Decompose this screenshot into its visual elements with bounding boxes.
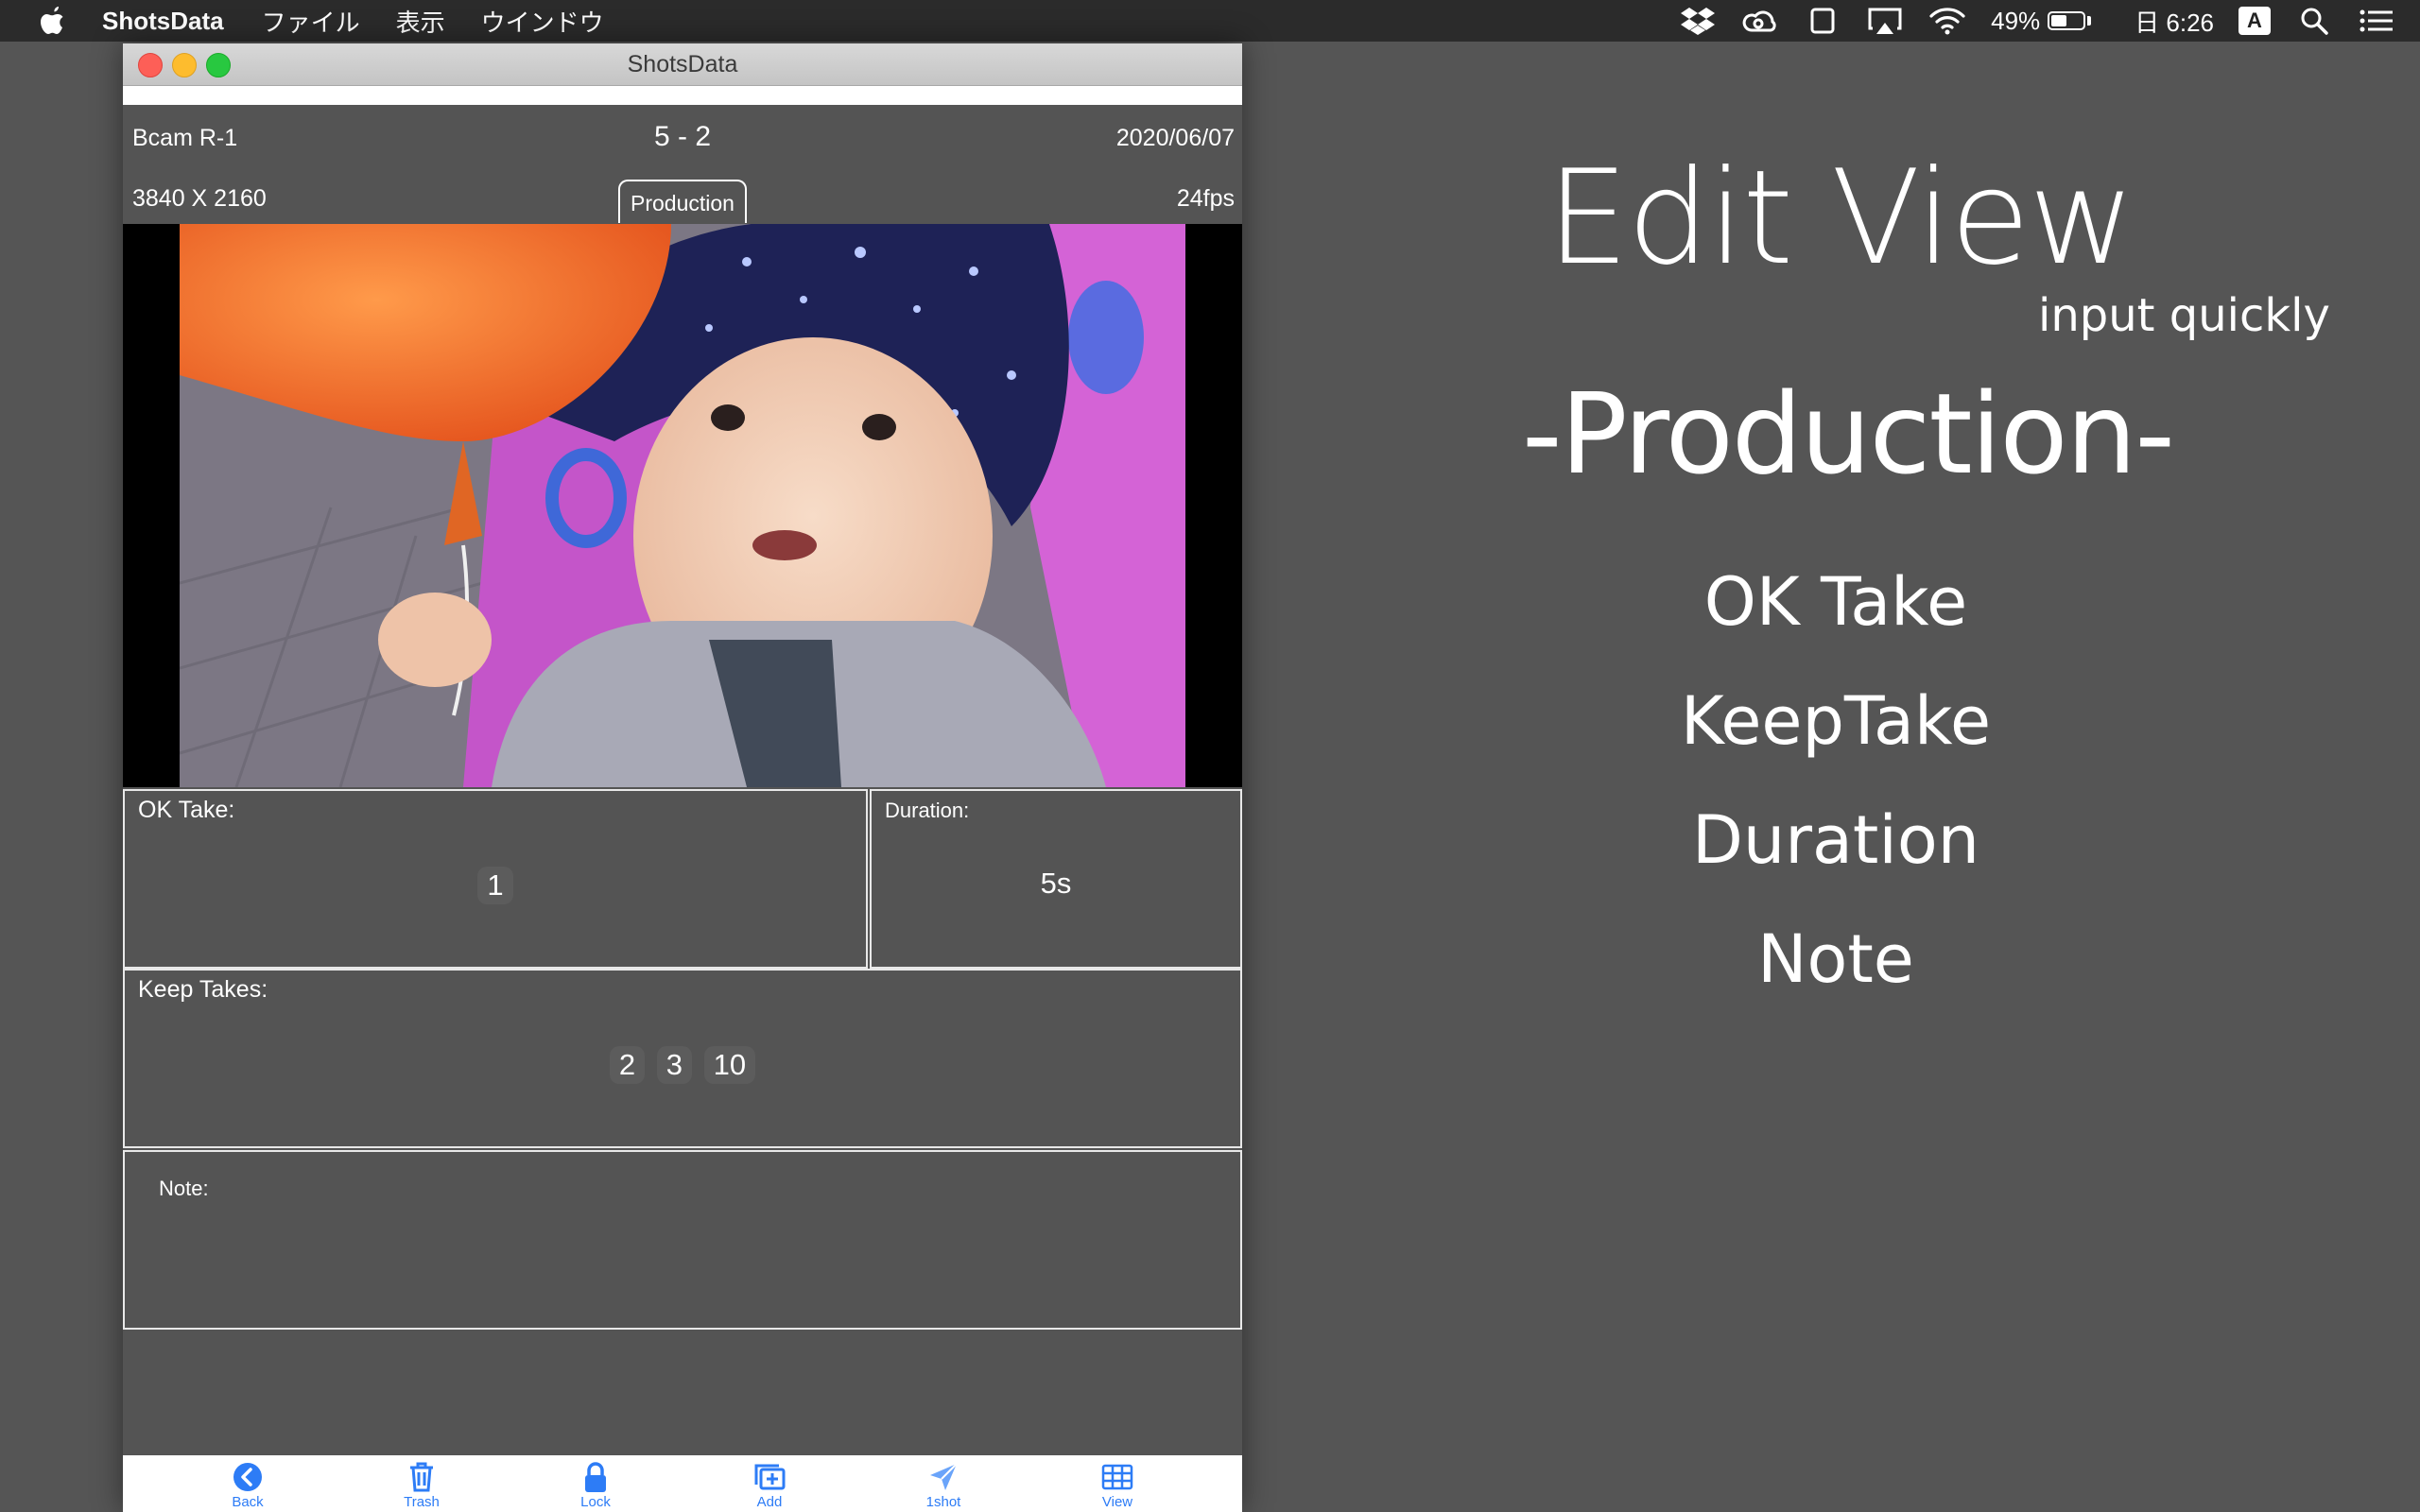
- keep-take-chip[interactable]: 10: [703, 1046, 756, 1084]
- keep-takes-label: Keep Takes:: [138, 976, 268, 1003]
- promo-feature: Duration: [1691, 801, 1980, 879]
- clock[interactable]: 日 6:26: [2135, 4, 2214, 39]
- toolbar-lock-label: Lock: [580, 1494, 611, 1510]
- battery-indicator[interactable]: 49%: [1991, 6, 2092, 36]
- toolbar-1shot-label: 1shot: [925, 1494, 961, 1510]
- frame-rate: 24fps: [1176, 185, 1235, 212]
- toolbar-view-button[interactable]: View: [1080, 1460, 1155, 1512]
- promo-tagline: input quickly: [2038, 289, 2330, 342]
- airplay-icon[interactable]: [1866, 5, 1904, 37]
- promo-feature: OK Take: [1703, 563, 1968, 641]
- toolbar-view-label: View: [1101, 1494, 1133, 1510]
- shot-thumbnail[interactable]: [180, 224, 1185, 787]
- app-menu[interactable]: ShotsData: [102, 7, 224, 36]
- menu-bar: ShotsData ファイル 表示 ウインドウ 49% 日 6:26 A: [0, 0, 2420, 42]
- ok-take-field[interactable]: OK Take: 1: [123, 789, 868, 969]
- promo-feature: KeepTake: [1680, 682, 1992, 760]
- notification-center-icon[interactable]: [2358, 5, 2395, 37]
- spotlight-search-icon[interactable]: [2295, 5, 2333, 37]
- send-icon: [930, 1463, 958, 1490]
- toolbar-trash-button[interactable]: Trash: [384, 1460, 459, 1512]
- window-close-button[interactable]: [138, 53, 163, 77]
- menu-window[interactable]: ウインドウ: [481, 4, 604, 39]
- note-label: Note:: [159, 1177, 209, 1200]
- toolbar-add-label: Add: [756, 1494, 783, 1510]
- input-method-indicator[interactable]: A: [2238, 7, 2271, 35]
- creative-cloud-icon[interactable]: [1741, 5, 1779, 37]
- duration-label: Duration:: [885, 799, 970, 822]
- thumbnail-illustration: [180, 224, 1185, 787]
- menu-view[interactable]: 表示: [396, 4, 445, 39]
- dropbox-icon[interactable]: [1679, 5, 1717, 37]
- note-field[interactable]: Note:: [123, 1150, 1242, 1330]
- add-icon: [754, 1464, 786, 1490]
- keep-take-chip[interactable]: 2: [609, 1046, 646, 1084]
- screen-icon[interactable]: [1804, 5, 1841, 37]
- grid-icon: [1101, 1464, 1133, 1490]
- window-zoom-button[interactable]: [206, 53, 231, 77]
- promo-mode-title: -Production-: [1522, 369, 2175, 499]
- toolbar-back-button[interactable]: Back: [210, 1460, 285, 1512]
- promo-headline: Edit View: [1547, 142, 2135, 294]
- window-minimize-button[interactable]: [172, 53, 197, 77]
- battery-percent: 49%: [1991, 6, 2041, 35]
- window-titlebar[interactable]: ShotsData: [123, 43, 1242, 86]
- keep-take-chip[interactable]: 3: [656, 1046, 692, 1084]
- lock-icon: [585, 1462, 606, 1492]
- menu-file[interactable]: ファイル: [262, 4, 360, 39]
- wifi-icon[interactable]: [1928, 5, 1966, 37]
- promo-feature: Note: [1757, 920, 1914, 998]
- duration-value[interactable]: 5s: [1041, 867, 1072, 900]
- shot-thumbnail-frame: [123, 224, 1242, 787]
- duration-field[interactable]: Duration: 5s: [870, 789, 1242, 969]
- scene-take: 5 - 2: [653, 121, 712, 152]
- shot-date: 2020/06/07: [1115, 125, 1235, 151]
- toolbar-trash-label: Trash: [404, 1494, 440, 1510]
- resolution: 3840 X 2160: [132, 185, 267, 212]
- header-divider: [123, 86, 1242, 105]
- bottom-toolbar: Back Trash Lock Add 1shot View: [123, 1455, 1242, 1512]
- window-title: ShotsData: [627, 50, 738, 77]
- toolbar-1shot-button[interactable]: 1shot: [906, 1460, 981, 1512]
- toolbar-lock-button[interactable]: Lock: [558, 1460, 633, 1512]
- back-icon: [233, 1463, 262, 1491]
- toolbar-add-button[interactable]: Add: [732, 1460, 807, 1512]
- apple-menu-icon[interactable]: [38, 5, 68, 37]
- trash-icon: [410, 1462, 433, 1492]
- keep-takes-field[interactable]: Keep Takes: 2 3 10: [123, 969, 1242, 1148]
- tab-production[interactable]: Production: [618, 180, 747, 223]
- app-window: ShotsData Bcam R-1 5 - 2 2020/06/07 3840…: [123, 43, 1242, 1512]
- toolbar-back-label: Back: [232, 1494, 264, 1510]
- ok-take-label: OK Take:: [138, 797, 235, 823]
- ok-take-value[interactable]: 1: [477, 867, 513, 904]
